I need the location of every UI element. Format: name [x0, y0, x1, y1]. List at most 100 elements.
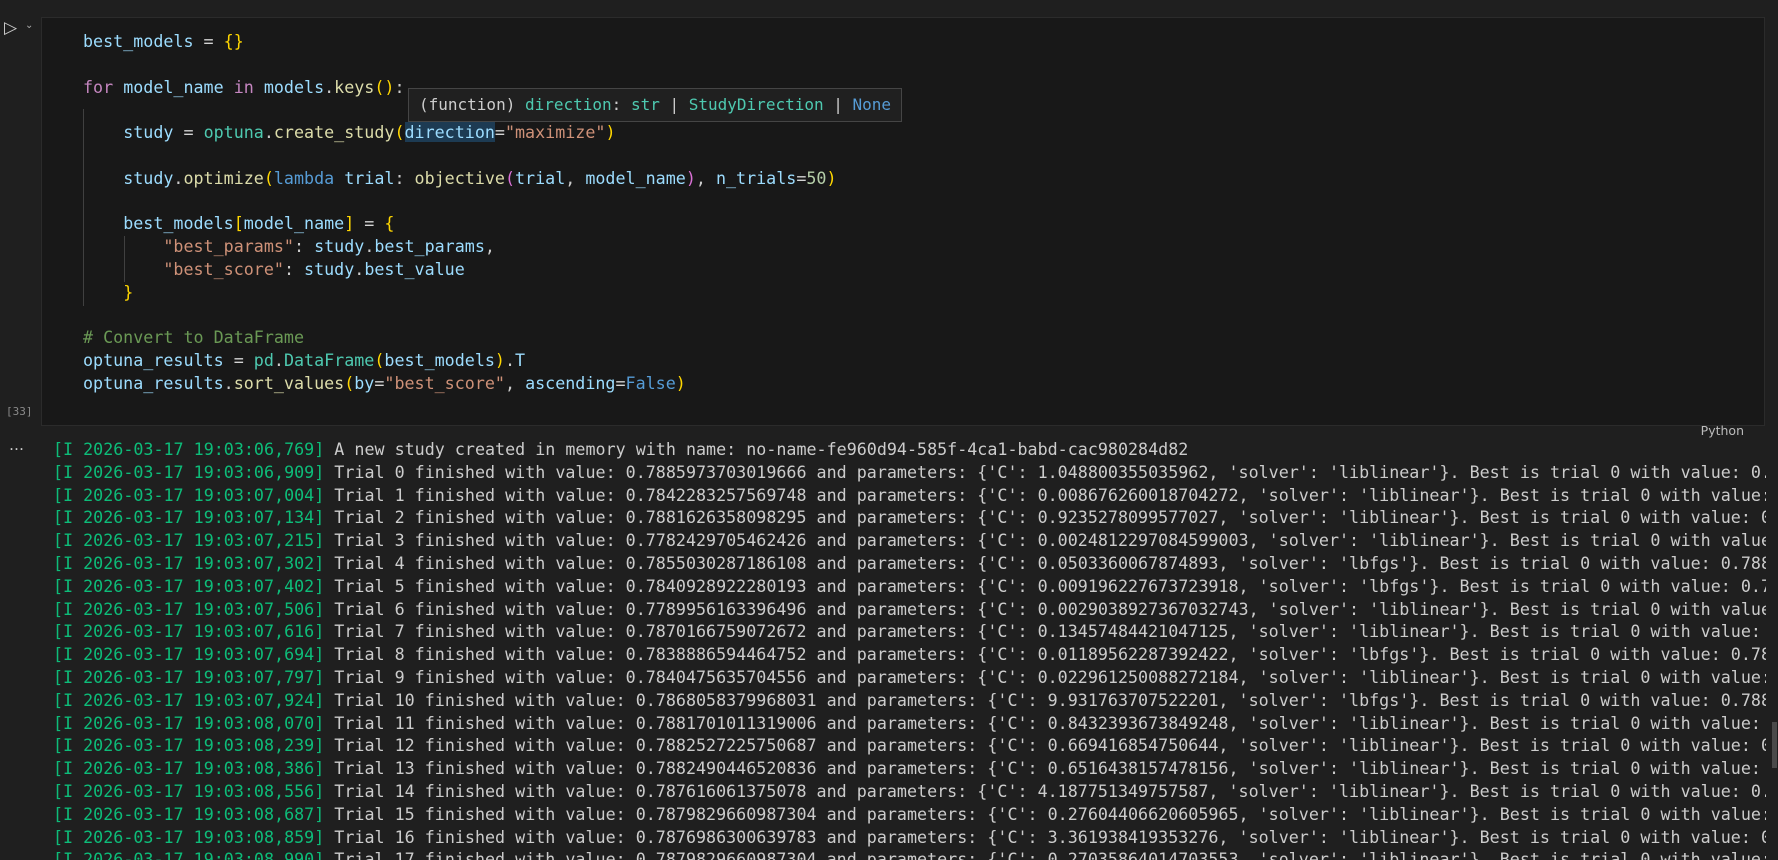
tooltip-token: None: [852, 95, 892, 114]
code-token: "best_score": [384, 372, 505, 393]
log-line: [I 2026-03-17 19:03:08,239] Trial 12 fin…: [53, 734, 1766, 757]
code-token: .: [263, 122, 274, 143]
code-token: =: [354, 213, 385, 234]
code-token: ,: [695, 167, 716, 188]
log-message: A new study created in memory with name:…: [324, 439, 1189, 459]
code-token: create_study: [273, 122, 395, 143]
code-token: =: [193, 31, 224, 51]
tooltip-token: :: [611, 95, 631, 114]
code-token: model_name: [243, 213, 345, 234]
play-icon: ▷: [4, 18, 18, 38]
log-line: [I 2026-03-17 19:03:08,556] Trial 14 fin…: [53, 780, 1766, 803]
log-message: Trial 0 finished with value: 0.788597370…: [334, 461, 1766, 482]
code-token: =: [374, 372, 385, 393]
log-message: Trial 1 finished with value: 0.784228325…: [334, 484, 1766, 505]
log-line: [I 2026-03-17 19:03:07,506] Trial 6 fini…: [53, 598, 1766, 621]
log-timestamp: [I 2026-03-17 19:03:07,797]: [53, 666, 325, 687]
code-token: :: [394, 167, 415, 188]
code-token: optuna_results: [83, 372, 224, 393]
code-line: "best_params": study.best_params,: [83, 235, 837, 258]
code-token: keys: [334, 76, 375, 97]
cell-output: [I 2026-03-17 19:03:06,769] A new study …: [53, 438, 1766, 860]
tooltip-token: direction: [524, 95, 612, 114]
code-token: .: [223, 372, 234, 393]
code-token: optimize: [183, 167, 264, 188]
code-token: in: [233, 76, 254, 97]
output-scrollbar[interactable]: [1772, 722, 1777, 768]
log-line: [I 2026-03-17 19:03:07,302] Trial 4 fini…: [53, 552, 1766, 575]
code-token: optuna_results: [83, 350, 224, 371]
code-line: optuna_results = pd.DataFrame(best_model…: [83, 349, 837, 372]
code-token: ,: [565, 167, 586, 188]
log-message: Trial 13 finished with value: 0.78824904…: [334, 758, 1761, 779]
log-timestamp: [I 2026-03-17 19:03:07,506]: [53, 598, 325, 619]
code-token: trial: [344, 167, 395, 188]
cell-language-label[interactable]: Python: [1701, 423, 1744, 438]
code-line: }: [83, 281, 837, 304]
code-token: T: [515, 350, 526, 371]
code-token: .: [324, 76, 335, 97]
code-token: =: [796, 167, 807, 188]
code-token: (: [504, 167, 516, 188]
code-token: sort_values: [233, 372, 345, 393]
code-token: lambda: [273, 167, 335, 188]
code-token: best_models: [83, 31, 194, 51]
log-timestamp: [I 2026-03-17 19:03:07,302]: [53, 552, 325, 573]
tooltip-token: StudyDirection: [688, 95, 824, 114]
code-token: "best_params": [163, 236, 294, 257]
log-line: [I 2026-03-17 19:03:08,687] Trial 15 fin…: [53, 803, 1766, 826]
log-line: [I 2026-03-17 19:03:07,215] Trial 3 fini…: [53, 529, 1766, 552]
log-timestamp: [I 2026-03-17 19:03:07,924]: [53, 689, 325, 710]
log-line: [I 2026-03-17 19:03:07,694] Trial 8 fini…: [53, 643, 1766, 666]
log-timestamp: [I 2026-03-17 19:03:08,859]: [53, 826, 325, 847]
code-token: (: [374, 350, 385, 371]
code-token: study: [123, 167, 174, 188]
log-timestamp: [I 2026-03-17 19:03:08,070]: [53, 712, 325, 733]
run-cell-button[interactable]: ▷: [4, 18, 24, 40]
code-token: }: [123, 281, 134, 302]
code-token: model_name: [123, 76, 224, 97]
code-line: best_models = {}: [83, 30, 837, 53]
log-message: Trial 7 finished with value: 0.787016675…: [334, 621, 1761, 642]
log-line: [I 2026-03-17 19:03:07,134] Trial 2 fini…: [53, 506, 1766, 529]
run-options-chevron-icon[interactable]: ⌄: [25, 20, 33, 31]
log-timestamp: [I 2026-03-17 19:03:07,215]: [53, 530, 325, 551]
log-message: Trial 16 finished with value: 0.78769863…: [334, 826, 1766, 847]
code-line: best_models[model_name] = {: [83, 212, 837, 235]
log-message: Trial 8 finished with value: 0.783888659…: [324, 644, 1766, 665]
log-message: Trial 6 finished with value: 0.778995616…: [334, 598, 1766, 619]
log-timestamp: [I 2026-03-17 19:03:06,769]: [53, 439, 325, 459]
code-line: optuna_results.sort_values(by="best_scor…: [83, 372, 837, 395]
hover-tooltip: (function) direction: str | StudyDirecti…: [408, 88, 903, 122]
code-token: ): [605, 122, 616, 143]
log-timestamp: [I 2026-03-17 19:03:08,990]: [53, 849, 325, 860]
log-message: Trial 3 finished with value: 0.778242970…: [334, 530, 1766, 551]
tooltip-token: |: [659, 95, 689, 114]
code-token: study: [304, 258, 355, 279]
log-timestamp: [I 2026-03-17 19:03:08,556]: [53, 780, 325, 801]
code-editor[interactable]: best_models = {} for model_name in models…: [83, 30, 837, 395]
code-token: .: [354, 258, 365, 279]
code-token: .: [273, 350, 284, 371]
execution-count: [33]: [6, 405, 33, 418]
code-token: =: [223, 350, 254, 371]
code-token: best_value: [364, 258, 465, 279]
code-token: ): [685, 167, 696, 188]
code-token: best_models: [384, 350, 495, 371]
log-timestamp: [I 2026-03-17 19:03:08,687]: [53, 803, 325, 824]
log-timestamp: [I 2026-03-17 19:03:07,402]: [53, 575, 325, 596]
code-token: (): [374, 76, 395, 97]
output-more-actions-icon[interactable]: …: [9, 436, 24, 454]
code-token: [: [233, 213, 244, 234]
code-token: study: [314, 236, 365, 257]
code-token: n_trials: [715, 167, 797, 188]
log-line: [I 2026-03-17 19:03:07,004] Trial 1 fini…: [53, 484, 1766, 507]
code-line: study.optimize(lambda trial: objective(t…: [83, 167, 836, 190]
log-line: [I 2026-03-17 19:03:06,769] A new study …: [53, 438, 1766, 461]
code-token: model_name: [585, 167, 686, 188]
